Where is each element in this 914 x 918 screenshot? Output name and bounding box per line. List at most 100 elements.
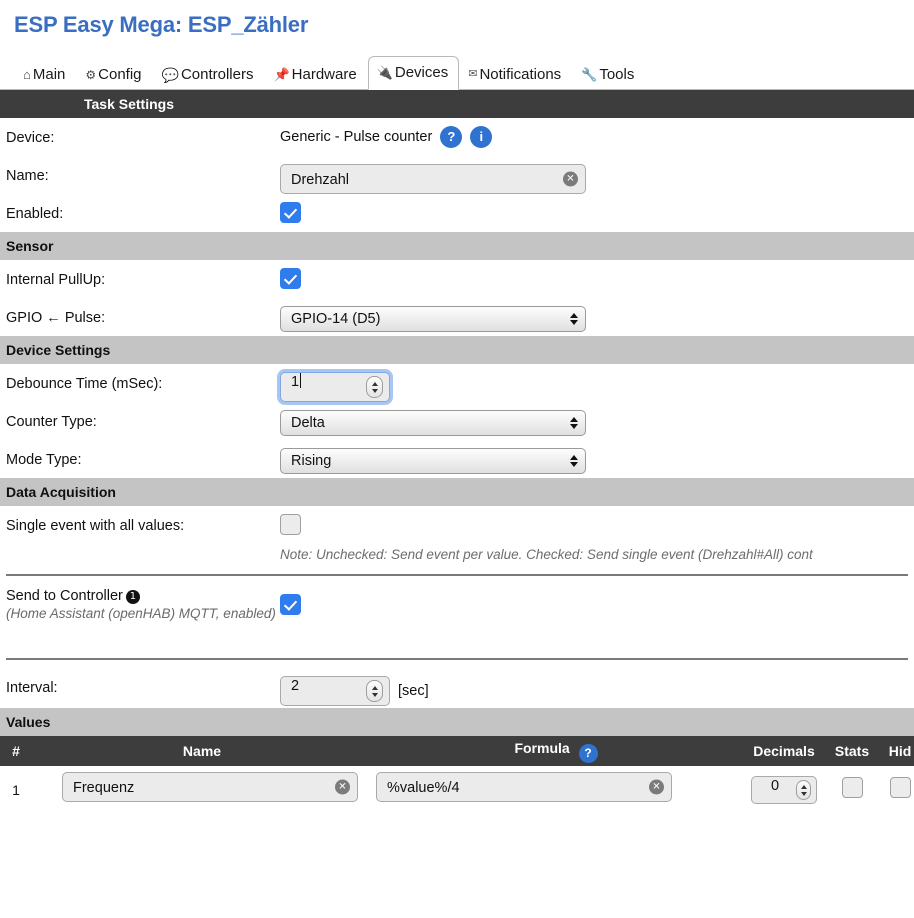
enabled-label: Enabled:	[6, 206, 64, 222]
debounce-time-value: 1	[291, 374, 300, 390]
row-enabled: Enabled:	[0, 194, 914, 232]
row-mode-type: Mode Type: Rising	[0, 440, 914, 478]
tab-tools-label: Tools	[599, 66, 635, 83]
page-title: ESP Easy Mega: ESP_Zähler	[14, 12, 309, 37]
name-label: Name:	[6, 168, 49, 184]
tab-main[interactable]: ⌂ Main	[14, 59, 76, 90]
send-to-controller-label: Send to Controller 1 (Home Assistant (ope…	[0, 576, 280, 623]
section-header-values: Values	[0, 708, 914, 736]
stepper-arrows-icon[interactable]	[796, 780, 811, 800]
info-badge-icon[interactable]: i	[470, 126, 493, 148]
name-input-value: Drehzahl	[291, 172, 350, 188]
counter-type-select-value: Delta	[291, 415, 325, 431]
mail-icon: ✉	[468, 68, 478, 80]
tab-main-label: Main	[32, 66, 66, 83]
section-header-task-settings-label: Task Settings	[84, 96, 174, 112]
value-stats-checkbox[interactable]	[841, 777, 863, 798]
stepper-arrows-icon[interactable]	[366, 680, 383, 702]
wrench-icon: 🔧	[581, 67, 598, 82]
number-one-icon: 1	[125, 590, 140, 604]
tab-bar: ⌂ Main ⚙ Config 💬 Controllers 📌 Hardware…	[0, 48, 914, 90]
tab-tools[interactable]: 🔧 Tools	[572, 59, 645, 90]
stepper-arrows-icon[interactable]	[366, 376, 383, 398]
tab-notifications-label: Notifications	[479, 66, 562, 83]
section-header-task-settings: Task Settings	[0, 90, 914, 118]
column-header-hide: Hid	[888, 743, 912, 759]
row-name: Name: Drehzahl ✕	[0, 156, 914, 194]
column-header-index: #	[12, 743, 20, 759]
row-index: 1	[12, 782, 20, 798]
help-badge-icon[interactable]: ?	[440, 126, 463, 148]
row-single-event: Single event with all values:	[0, 506, 914, 544]
interval-unit: [sec]	[398, 683, 429, 699]
tab-hardware[interactable]: 📌 Hardware	[264, 59, 367, 90]
send-to-controller-checkbox[interactable]	[280, 594, 301, 615]
send-to-controller-title: Send to Controller	[6, 588, 123, 604]
debounce-time-label: Debounce Time (mSec):	[6, 376, 163, 392]
tab-devices-label: Devices	[394, 64, 449, 81]
formula-help-badge-icon[interactable]: ?	[578, 743, 598, 763]
text-caret	[300, 373, 302, 388]
value-formula-input-value: %value%/4	[387, 780, 460, 796]
column-header-formula: Formula ?	[372, 740, 740, 763]
send-to-controller-sub: (Home Assistant (openHAB) MQTT, enabled)	[6, 606, 276, 622]
tab-config-label: Config	[98, 66, 142, 83]
value-hide-checkbox[interactable]	[889, 777, 911, 798]
enabled-checkbox[interactable]	[280, 202, 301, 223]
speech-bubble-icon: 💬	[161, 66, 179, 83]
row-device: Device: Generic - Pulse counter ? i	[0, 118, 914, 156]
pushpin-icon: 📌	[273, 67, 290, 82]
single-event-note: Note: Unchecked: Send event per value. C…	[280, 547, 813, 562]
clear-icon[interactable]: ✕	[563, 171, 578, 187]
interval-label: Interval:	[6, 680, 58, 696]
tab-devices[interactable]: 🔌 Devices	[367, 56, 460, 90]
mode-type-select[interactable]: Rising	[280, 448, 586, 474]
row-send-to-controller: Send to Controller 1 (Home Assistant (ope…	[0, 576, 914, 646]
chevron-updown-icon	[570, 313, 578, 325]
mode-type-label: Mode Type:	[6, 452, 82, 468]
chevron-updown-icon	[570, 455, 578, 467]
tab-config[interactable]: ⚙ Config	[76, 59, 152, 90]
gpio-pulse-select-value: GPIO-14 (D5)	[291, 311, 381, 327]
gear-icon: ⚙	[85, 67, 97, 82]
plug-icon: 🔌	[376, 65, 393, 80]
section-header-device-settings: Device Settings	[0, 336, 914, 364]
internal-pullup-label: Internal PullUp:	[6, 272, 106, 288]
clear-icon[interactable]: ✕	[335, 779, 350, 795]
clear-icon[interactable]: ✕	[649, 779, 664, 795]
internal-pullup-checkbox[interactable]	[280, 268, 301, 289]
column-header-decimals: Decimals	[753, 743, 815, 759]
counter-type-label: Counter Type:	[6, 414, 97, 430]
interval-stepper[interactable]: 2	[280, 676, 390, 706]
column-header-stats: Stats	[834, 743, 870, 759]
row-internal-pullup: Internal PullUp:	[0, 260, 914, 298]
value-decimals-stepper[interactable]: 0	[751, 776, 817, 804]
interval-value: 2	[291, 678, 300, 694]
tab-controllers-label: Controllers	[180, 66, 254, 83]
gpio-pulse-select[interactable]: GPIO-14 (D5)	[280, 306, 586, 332]
row-interval: Interval: 2 [sec]	[0, 660, 914, 708]
tab-hardware-label: Hardware	[291, 66, 357, 83]
values-table-header: # Name Formula ? Decimals Stats Hid	[0, 736, 914, 766]
counter-type-select[interactable]: Delta	[280, 410, 586, 436]
row-debounce-time: Debounce Time (mSec): 1	[0, 364, 914, 402]
chevron-updown-icon	[570, 417, 578, 429]
single-event-label: Single event with all values:	[6, 518, 185, 534]
value-name-input-value: Frequenz	[73, 780, 135, 796]
section-header-sensor: Sensor	[0, 232, 914, 260]
table-row: 1 Frequenz ✕ %value%/4 ✕ 0	[0, 766, 914, 814]
value-formula-input[interactable]: %value%/4 ✕	[376, 772, 672, 802]
single-event-checkbox[interactable]	[280, 514, 301, 535]
column-header-formula-label: Formula	[514, 739, 570, 756]
row-gpio-pulse: GPIO ← Pulse: GPIO-14 (D5)	[0, 298, 914, 336]
column-header-name: Name	[182, 743, 222, 759]
name-input[interactable]: Drehzahl ✕	[280, 164, 586, 194]
section-header-data-acquisition: Data Acquisition	[0, 478, 914, 506]
gpio-pulse-label: GPIO ← Pulse:	[6, 310, 106, 326]
value-name-input[interactable]: Frequenz ✕	[62, 772, 358, 802]
device-value: Generic - Pulse counter	[280, 129, 433, 145]
debounce-time-stepper[interactable]: 1	[280, 372, 390, 402]
device-label: Device:	[6, 130, 55, 146]
tab-notifications[interactable]: ✉ Notifications	[459, 59, 572, 90]
tab-controllers[interactable]: 💬 Controllers	[153, 59, 265, 90]
